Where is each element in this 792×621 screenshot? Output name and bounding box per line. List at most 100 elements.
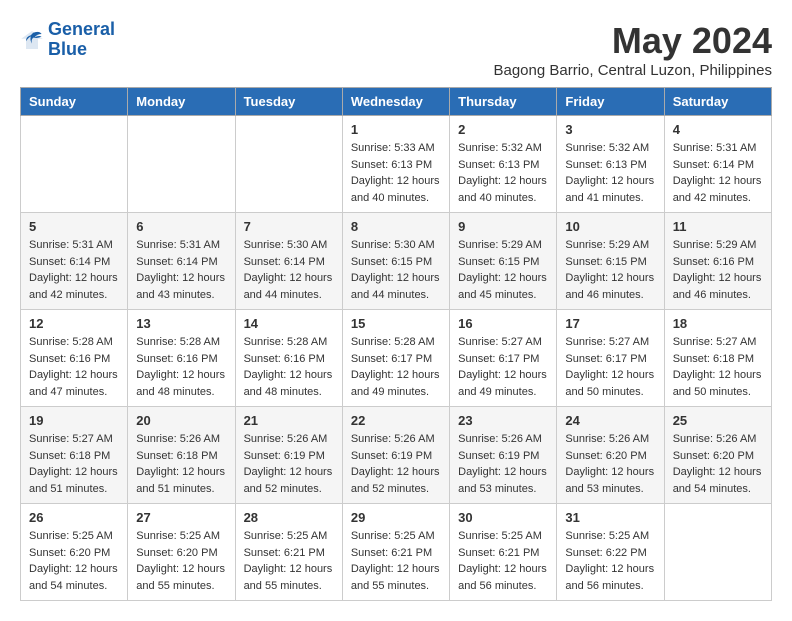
calendar-cell: 3 Sunrise: 5:32 AMSunset: 6:13 PMDaylight… xyxy=(557,116,664,213)
day-number: 19 xyxy=(29,413,119,428)
day-number: 10 xyxy=(565,219,655,234)
calendar-cell: 16 Sunrise: 5:27 AMSunset: 6:17 PMDayligh… xyxy=(450,310,557,407)
logo: GeneralBlue xyxy=(20,20,115,60)
day-info: Sunrise: 5:26 AMSunset: 6:19 PMDaylight:… xyxy=(244,431,334,497)
day-number: 9 xyxy=(458,219,548,234)
weekday-header: Monday xyxy=(128,88,235,116)
day-number: 16 xyxy=(458,316,548,331)
day-info: Sunrise: 5:32 AMSunset: 6:13 PMDaylight:… xyxy=(565,140,655,206)
calendar-cell xyxy=(128,116,235,213)
day-info: Sunrise: 5:25 AMSunset: 6:21 PMDaylight:… xyxy=(244,528,334,594)
title-block: May 2024 Bagong Barrio, Central Luzon, P… xyxy=(493,20,772,79)
day-info: Sunrise: 5:29 AMSunset: 6:15 PMDaylight:… xyxy=(565,237,655,303)
day-number: 12 xyxy=(29,316,119,331)
calendar-cell: 6Sunrise: 5:31 AMSunset: 6:14 PMDaylight… xyxy=(128,213,235,310)
calendar-cell xyxy=(664,504,771,601)
day-info: Sunrise: 5:26 AMSunset: 6:20 PMDaylight:… xyxy=(673,431,763,497)
day-number: 20 xyxy=(136,413,226,428)
day-info: Sunrise: 5:26 AMSunset: 6:19 PMDaylight:… xyxy=(351,431,441,497)
day-info: Sunrise: 5:26 AMSunset: 6:20 PMDaylight:… xyxy=(565,431,655,497)
day-number: 25 xyxy=(673,413,763,428)
calendar-cell: 9 Sunrise: 5:29 AMSunset: 6:15 PMDaylight… xyxy=(450,213,557,310)
day-number: 2 xyxy=(458,122,548,137)
day-number: 6 xyxy=(136,219,226,234)
weekday-header: Sunday xyxy=(21,88,128,116)
calendar-body: 1 Sunrise: 5:33 AMSunset: 6:13 PMDaylight… xyxy=(21,116,772,601)
calendar-cell: 18 Sunrise: 5:27 AMSunset: 6:18 PMDayligh… xyxy=(664,310,771,407)
day-info: Sunrise: 5:29 AMSunset: 6:16 PMDaylight:… xyxy=(673,237,763,303)
calendar-cell: 10 Sunrise: 5:29 AMSunset: 6:15 PMDayligh… xyxy=(557,213,664,310)
day-number: 14 xyxy=(244,316,334,331)
calendar-week-row: 12 Sunrise: 5:28 AMSunset: 6:16 PMDayligh… xyxy=(21,310,772,407)
day-info: Sunrise: 5:32 AMSunset: 6:13 PMDaylight:… xyxy=(458,140,548,206)
day-info: Sunrise: 5:31 AMSunset: 6:14 PMDaylight:… xyxy=(29,237,119,303)
month-title: May 2024 xyxy=(493,20,772,62)
calendar-cell: 8 Sunrise: 5:30 AMSunset: 6:15 PMDaylight… xyxy=(342,213,449,310)
calendar-cell: 2 Sunrise: 5:32 AMSunset: 6:13 PMDaylight… xyxy=(450,116,557,213)
calendar-cell: 24 Sunrise: 5:26 AMSunset: 6:20 PMDayligh… xyxy=(557,407,664,504)
logo-icon xyxy=(20,28,44,52)
calendar-cell xyxy=(235,116,342,213)
calendar-cell: 5 Sunrise: 5:31 AMSunset: 6:14 PMDaylight… xyxy=(21,213,128,310)
calendar-cell: 29Sunrise: 5:25 AMSunset: 6:21 PMDayligh… xyxy=(342,504,449,601)
day-info: Sunrise: 5:30 AMSunset: 6:15 PMDaylight:… xyxy=(351,237,441,303)
calendar-cell: 13 Sunrise: 5:28 AMSunset: 6:16 PMDayligh… xyxy=(128,310,235,407)
weekday-header: Wednesday xyxy=(342,88,449,116)
day-info: Sunrise: 5:28 AMSunset: 6:16 PMDaylight:… xyxy=(136,334,226,400)
day-number: 26 xyxy=(29,510,119,525)
day-info: Sunrise: 5:25 AMSunset: 6:20 PMDaylight:… xyxy=(29,528,119,594)
calendar-cell: 17 Sunrise: 5:27 AMSunset: 6:17 PMDayligh… xyxy=(557,310,664,407)
calendar-cell: 20 Sunrise: 5:26 AMSunset: 6:18 PMDayligh… xyxy=(128,407,235,504)
day-number: 8 xyxy=(351,219,441,234)
day-number: 13 xyxy=(136,316,226,331)
calendar-table: SundayMondayTuesdayWednesdayThursdayFrid… xyxy=(20,87,772,601)
day-number: 5 xyxy=(29,219,119,234)
weekday-header: Friday xyxy=(557,88,664,116)
day-info: Sunrise: 5:25 AMSunset: 6:21 PMDaylight:… xyxy=(458,528,548,594)
day-number: 3 xyxy=(565,122,655,137)
calendar-week-row: 19 Sunrise: 5:27 AMSunset: 6:18 PMDayligh… xyxy=(21,407,772,504)
day-info: Sunrise: 5:25 AMSunset: 6:20 PMDaylight:… xyxy=(136,528,226,594)
calendar-cell: 28 Sunrise: 5:25 AMSunset: 6:21 PMDayligh… xyxy=(235,504,342,601)
calendar-week-row: 26 Sunrise: 5:25 AMSunset: 6:20 PMDayligh… xyxy=(21,504,772,601)
calendar-cell: 1 Sunrise: 5:33 AMSunset: 6:13 PMDaylight… xyxy=(342,116,449,213)
day-info: Sunrise: 5:29 AMSunset: 6:15 PMDaylight:… xyxy=(458,237,548,303)
calendar-cell: 23Sunrise: 5:26 AMSunset: 6:19 PMDayligh… xyxy=(450,407,557,504)
day-number: 7 xyxy=(244,219,334,234)
day-number: 15 xyxy=(351,316,441,331)
day-info: Sunrise: 5:27 AMSunset: 6:18 PMDaylight:… xyxy=(29,431,119,497)
day-info: Sunrise: 5:27 AMSunset: 6:18 PMDaylight:… xyxy=(673,334,763,400)
day-number: 31 xyxy=(565,510,655,525)
day-number: 1 xyxy=(351,122,441,137)
day-info: Sunrise: 5:31 AMSunset: 6:14 PMDaylight:… xyxy=(673,140,763,206)
day-number: 18 xyxy=(673,316,763,331)
day-number: 27 xyxy=(136,510,226,525)
day-info: Sunrise: 5:27 AMSunset: 6:17 PMDaylight:… xyxy=(565,334,655,400)
day-number: 4 xyxy=(673,122,763,137)
weekday-header: Tuesday xyxy=(235,88,342,116)
calendar-cell: 12Sunrise: 5:28 AMSunset: 6:16 PMDayligh… xyxy=(21,310,128,407)
calendar-cell: 15Sunrise: 5:28 AMSunset: 6:17 PMDayligh… xyxy=(342,310,449,407)
calendar-cell: 25 Sunrise: 5:26 AMSunset: 6:20 PMDayligh… xyxy=(664,407,771,504)
day-number: 21 xyxy=(244,413,334,428)
day-info: Sunrise: 5:30 AMSunset: 6:14 PMDaylight:… xyxy=(244,237,334,303)
day-number: 17 xyxy=(565,316,655,331)
calendar-cell: 30Sunrise: 5:25 AMSunset: 6:21 PMDayligh… xyxy=(450,504,557,601)
calendar-week-row: 1 Sunrise: 5:33 AMSunset: 6:13 PMDaylight… xyxy=(21,116,772,213)
page-header: GeneralBlue May 2024 Bagong Barrio, Cent… xyxy=(20,20,772,79)
day-info: Sunrise: 5:27 AMSunset: 6:17 PMDaylight:… xyxy=(458,334,548,400)
day-number: 29 xyxy=(351,510,441,525)
logo-text: GeneralBlue xyxy=(48,20,115,60)
weekday-header: Saturday xyxy=(664,88,771,116)
day-info: Sunrise: 5:33 AMSunset: 6:13 PMDaylight:… xyxy=(351,140,441,206)
day-number: 11 xyxy=(673,219,763,234)
day-number: 24 xyxy=(565,413,655,428)
calendar-cell: 19 Sunrise: 5:27 AMSunset: 6:18 PMDayligh… xyxy=(21,407,128,504)
calendar-cell: 22Sunrise: 5:26 AMSunset: 6:19 PMDayligh… xyxy=(342,407,449,504)
location-title: Bagong Barrio, Central Luzon, Philippine… xyxy=(493,62,772,79)
calendar-cell xyxy=(21,116,128,213)
day-number: 28 xyxy=(244,510,334,525)
calendar-week-row: 5 Sunrise: 5:31 AMSunset: 6:14 PMDaylight… xyxy=(21,213,772,310)
day-number: 23 xyxy=(458,413,548,428)
day-info: Sunrise: 5:26 AMSunset: 6:18 PMDaylight:… xyxy=(136,431,226,497)
